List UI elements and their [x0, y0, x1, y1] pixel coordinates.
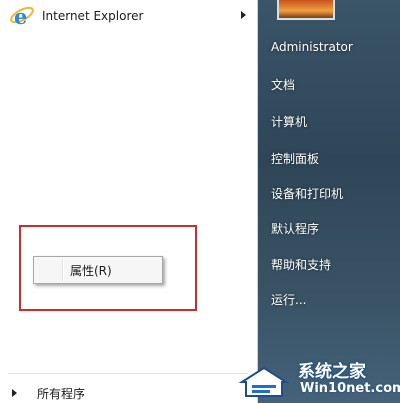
- chevron-right-icon: [12, 389, 17, 397]
- watermark-title: 系统之家: [298, 362, 366, 382]
- watermark-url: Win10net.com: [300, 381, 400, 396]
- start-menu-left-pane: e Internet Explorer 属性(R) 所有程序: [0, 0, 258, 403]
- right-item-default-programs[interactable]: 默认程序: [271, 220, 319, 237]
- user-avatar[interactable]: [277, 0, 335, 20]
- internet-explorer-icon: e: [8, 3, 34, 29]
- pinned-item-label: Internet Explorer: [42, 9, 144, 23]
- divider: [8, 373, 248, 374]
- pinned-item-internet-explorer[interactable]: e Internet Explorer: [8, 2, 252, 30]
- submenu-arrow-icon[interactable]: [241, 11, 246, 19]
- context-menu-item-properties[interactable]: 属性(R): [70, 262, 112, 279]
- context-menu: 属性(R): [33, 256, 163, 284]
- watermark-house-icon: [238, 364, 290, 398]
- svg-text:e: e: [14, 4, 27, 29]
- right-item-help-support[interactable]: 帮助和支持: [271, 256, 331, 273]
- right-item-administrator[interactable]: Administrator: [271, 40, 353, 54]
- right-item-computer[interactable]: 计算机: [271, 113, 307, 130]
- right-item-control-panel[interactable]: 控制面板: [271, 150, 319, 167]
- all-programs-label: 所有程序: [37, 386, 86, 401]
- all-programs-button[interactable]: 所有程序: [12, 384, 248, 402]
- right-item-documents[interactable]: 文档: [271, 76, 295, 93]
- right-item-devices-printers[interactable]: 设备和打印机: [271, 185, 343, 202]
- right-item-run[interactable]: 运行...: [271, 291, 306, 308]
